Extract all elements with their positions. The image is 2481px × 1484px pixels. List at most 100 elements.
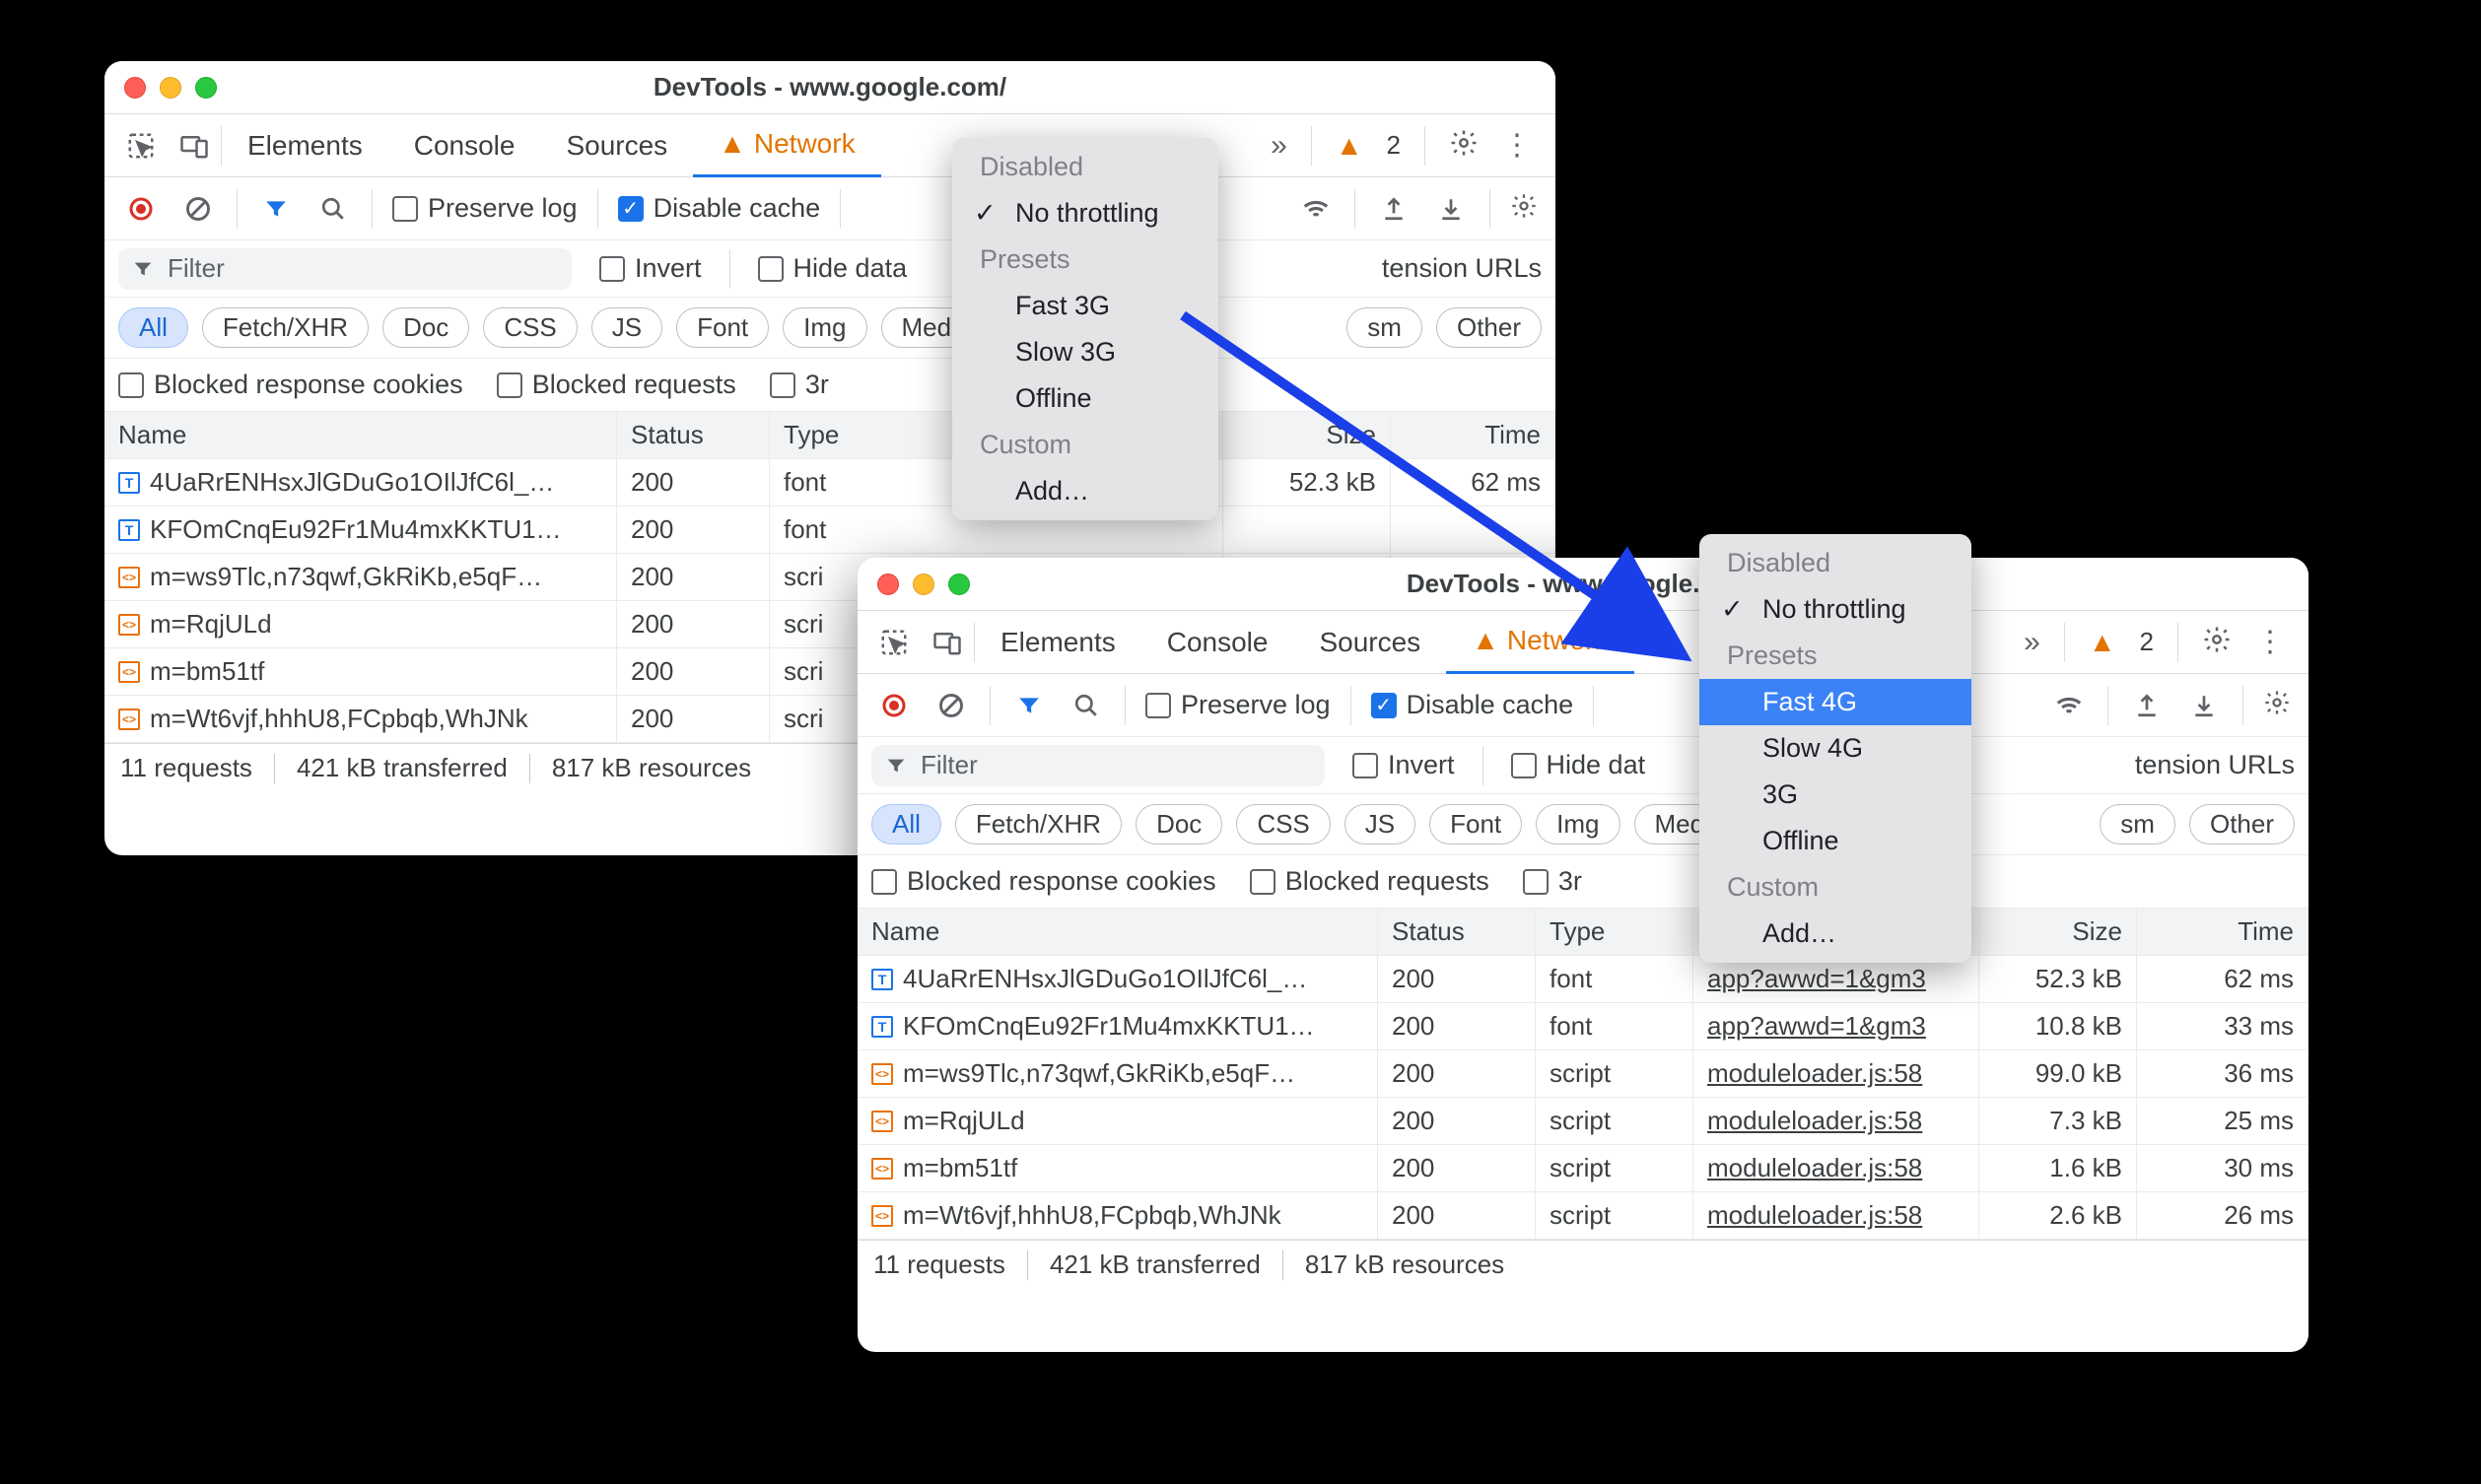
kebab-icon[interactable]: ⋮ [1502, 128, 1532, 163]
table-row[interactable]: <>m=bm51tf [104, 648, 617, 696]
col-size[interactable]: Size [1223, 412, 1391, 459]
more-tabs-icon[interactable]: » [1271, 129, 1287, 163]
table-row[interactable]: <>m=ws9Tlc,n73qwf,GkRiKb,e5qF… [104, 554, 617, 601]
menu-item-fast3g[interactable]: Fast 3G [952, 283, 1218, 329]
chip-other[interactable]: Other [2189, 804, 2295, 844]
chip-doc[interactable]: Doc [382, 307, 469, 348]
menu-item-slow4g[interactable]: Slow 4G [1699, 725, 1971, 772]
download-icon[interactable] [2185, 693, 2223, 718]
menu-item-add[interactable]: Add… [952, 468, 1218, 514]
inspect-icon[interactable] [867, 628, 921, 657]
col-name[interactable]: Name [104, 412, 617, 459]
gear-icon[interactable] [1449, 128, 1479, 163]
upload-icon[interactable] [1375, 196, 1413, 222]
filter-input[interactable]: Filter [871, 745, 1325, 786]
tab-sources[interactable]: Sources [1293, 627, 1446, 658]
table-row[interactable]: <>m=RqjULd [858, 1098, 1378, 1145]
initiator-link[interactable]: app?awwd=1&gm3 [1693, 1003, 1979, 1050]
tab-network[interactable]: ▲Network [1446, 611, 1633, 674]
filter-input[interactable]: Filter [118, 248, 572, 290]
clear-icon[interactable] [179, 195, 217, 223]
initiator-link[interactable]: moduleloader.js:58 [1693, 1050, 1979, 1098]
tab-elements[interactable]: Elements [222, 130, 388, 162]
clear-icon[interactable] [932, 692, 970, 719]
menu-item-offline[interactable]: Offline [1699, 818, 1971, 864]
gear-icon[interactable] [2263, 689, 2291, 721]
menu-item-offline[interactable]: Offline [952, 375, 1218, 422]
gear-icon[interactable] [2202, 625, 2232, 659]
chip-other[interactable]: Other [1436, 307, 1542, 348]
invert-checkbox[interactable]: Invert [1352, 750, 1455, 780]
col-time[interactable]: Time [2137, 909, 2309, 956]
throttling-menu-old[interactable]: Disabled No throttling Presets Fast 3G S… [952, 138, 1218, 520]
chip-img[interactable]: Img [1536, 804, 1620, 844]
menu-item-add[interactable]: Add… [1699, 911, 1971, 957]
table-row[interactable]: <>m=Wt6vjf,hhhU8,FCpbqb,WhJNk [104, 696, 617, 743]
chip-sm[interactable]: sm [1346, 307, 1422, 348]
col-time[interactable]: Time [1391, 412, 1555, 459]
initiator-link[interactable]: moduleloader.js:58 [1693, 1145, 1979, 1192]
blocked-requests-checkbox[interactable]: Blocked requests [1250, 866, 1489, 897]
tab-console[interactable]: Console [1141, 627, 1294, 658]
search-icon[interactable] [1068, 693, 1105, 718]
table-row[interactable]: <>m=Wt6vjf,hhhU8,FCpbqb,WhJNk [858, 1192, 1378, 1240]
record-icon[interactable] [875, 692, 913, 719]
chip-fetch[interactable]: Fetch/XHR [202, 307, 369, 348]
col-status[interactable]: Status [1378, 909, 1536, 956]
initiator-link[interactable]: moduleloader.js:58 [1693, 1098, 1979, 1145]
more-tabs-icon[interactable]: » [2024, 626, 2040, 659]
blocked-cookies-checkbox[interactable]: Blocked response cookies [871, 866, 1216, 897]
third-party-checkbox[interactable]: 3r [770, 370, 829, 400]
hide-data-checkbox[interactable]: Hide data [758, 253, 908, 284]
device-toggle-icon[interactable] [168, 131, 221, 161]
gear-icon[interactable] [1510, 192, 1538, 225]
chip-fetch[interactable]: Fetch/XHR [955, 804, 1122, 844]
network-conditions-icon[interactable] [2050, 691, 2088, 720]
download-icon[interactable] [1432, 196, 1470, 222]
inspect-icon[interactable] [114, 131, 168, 161]
chip-font[interactable]: Font [1429, 804, 1522, 844]
table-row[interactable]: TKFOmCnqEu92Fr1Mu4mxKKTU1… [104, 506, 617, 554]
warning-icon[interactable]: ▲ [2089, 627, 2116, 658]
blocked-cookies-checkbox[interactable]: Blocked response cookies [118, 370, 463, 400]
invert-checkbox[interactable]: Invert [599, 253, 702, 284]
chip-all[interactable]: All [871, 804, 941, 844]
preserve-log-checkbox[interactable]: Preserve log [1145, 690, 1331, 720]
col-name[interactable]: Name [858, 909, 1378, 956]
table-row[interactable]: T4UaRrENHsxJlGDuGo1OIlJfC6l_… [858, 956, 1378, 1003]
record-icon[interactable] [122, 195, 160, 223]
chip-js[interactable]: JS [1344, 804, 1415, 844]
tab-console[interactable]: Console [388, 130, 541, 162]
upload-icon[interactable] [2128, 693, 2166, 718]
filter-icon[interactable] [257, 196, 295, 222]
warning-icon[interactable]: ▲ [1336, 130, 1363, 162]
third-party-checkbox[interactable]: 3r [1523, 866, 1582, 897]
tab-elements[interactable]: Elements [975, 627, 1141, 658]
table-row[interactable]: T4UaRrENHsxJlGDuGo1OIlJfC6l_… [104, 459, 617, 506]
blocked-requests-checkbox[interactable]: Blocked requests [497, 370, 736, 400]
chip-js[interactable]: JS [591, 307, 662, 348]
chip-css[interactable]: CSS [483, 307, 577, 348]
tab-sources[interactable]: Sources [540, 130, 693, 162]
kebab-icon[interactable]: ⋮ [2255, 625, 2285, 659]
col-status[interactable]: Status [617, 412, 770, 459]
chip-doc[interactable]: Doc [1136, 804, 1222, 844]
table-row[interactable]: TKFOmCnqEu92Fr1Mu4mxKKTU1… [858, 1003, 1378, 1050]
menu-item-no-throttling[interactable]: No throttling [952, 190, 1218, 236]
preserve-log-checkbox[interactable]: Preserve log [392, 193, 578, 224]
disable-cache-checkbox[interactable]: ✓Disable cache [1371, 690, 1574, 720]
throttling-menu-new[interactable]: Disabled No throttling Presets Fast 4G S… [1699, 534, 1971, 963]
menu-item-slow3g[interactable]: Slow 3G [952, 329, 1218, 375]
initiator-link[interactable]: moduleloader.js:58 [1693, 1192, 1979, 1240]
hide-data-checkbox[interactable]: Hide dat [1511, 750, 1646, 780]
disable-cache-checkbox[interactable]: ✓Disable cache [618, 193, 821, 224]
chip-img[interactable]: Img [783, 307, 866, 348]
device-toggle-icon[interactable] [921, 628, 974, 657]
table-row[interactable]: <>m=ws9Tlc,n73qwf,GkRiKb,e5qF… [858, 1050, 1378, 1098]
table-row[interactable]: <>m=RqjULd [104, 601, 617, 648]
chip-font[interactable]: Font [676, 307, 769, 348]
tab-network[interactable]: ▲Network [693, 114, 880, 177]
menu-item-fast4g[interactable]: Fast 4G [1699, 679, 1971, 725]
col-size[interactable]: Size [1979, 909, 2137, 956]
table-row[interactable]: <>m=bm51tf [858, 1145, 1378, 1192]
